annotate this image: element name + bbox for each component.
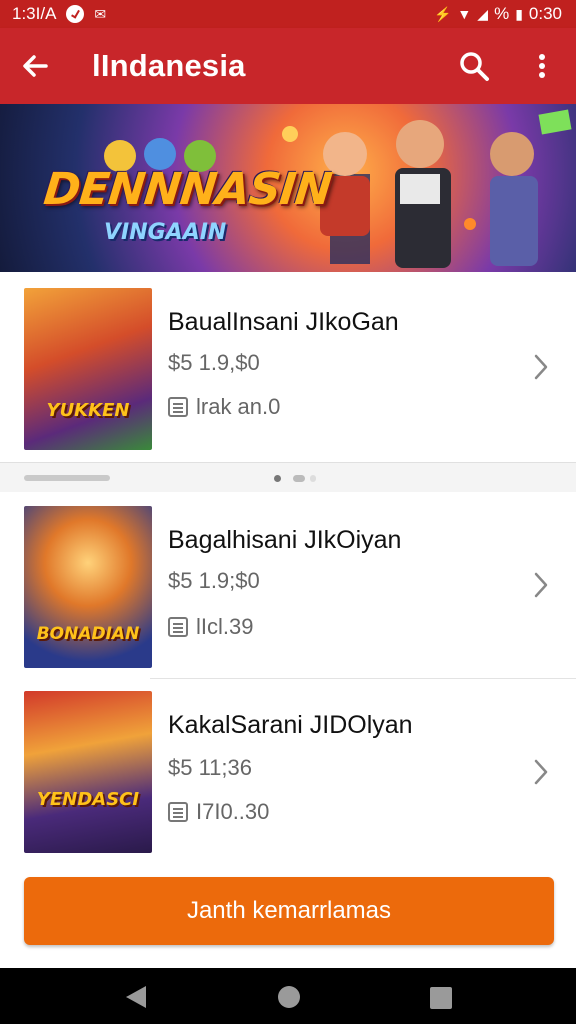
list-icon: [168, 617, 188, 637]
item-meta: I7I0..30: [168, 799, 269, 825]
list-item[interactable]: YUKKEN BaualInsani JIkoGan $5 1.9,$0 lra…: [0, 272, 576, 462]
list-icon: [168, 802, 188, 822]
page-title: lIndanesia: [92, 48, 246, 83]
status-time: 1:3I/A: [12, 4, 57, 23]
page-dot: [293, 475, 305, 482]
primary-action-button[interactable]: Janth kemarrlamas: [24, 877, 554, 945]
system-nav-bar: [0, 968, 576, 1024]
nav-back-icon[interactable]: [126, 986, 146, 1008]
chevron-right-icon: [534, 759, 548, 785]
wifi-icon: ▼: [457, 6, 472, 22]
item-meta: lrak an.0: [168, 394, 280, 420]
item-title: BaualInsani JIkoGan: [168, 308, 399, 336]
item-title: KakalSarani JIDOlyan: [168, 711, 413, 739]
game-thumbnail: YUKKEN: [24, 288, 152, 450]
banner-subtitle: VINGAAIN: [104, 220, 227, 245]
nav-recent-apps-icon[interactable]: [430, 987, 452, 1009]
banner-title: DENNNASIN: [41, 164, 334, 215]
battery-percent: %: [494, 4, 510, 23]
carousel-indicator: [0, 462, 576, 494]
scroll-bar: [24, 475, 110, 481]
game-thumbnail: BONADIAN: [24, 506, 152, 668]
app-bar: lIndanesia: [0, 28, 576, 104]
promo-banner[interactable]: DENNNASIN VINGAAIN: [0, 104, 576, 272]
item-title: Bagalhisani JIkOiyan: [168, 526, 402, 554]
more-options-button[interactable]: [528, 48, 556, 84]
game-thumbnail: YENDASCI: [24, 691, 152, 853]
battery-icon: ▮: [515, 5, 523, 22]
nav-home-icon[interactable]: [278, 986, 300, 1008]
item-price: $5 1.9,$0: [168, 350, 260, 375]
item-price: $5 1.9;$0: [168, 568, 260, 593]
item-meta-text: lIcl.39: [196, 614, 254, 639]
list-item[interactable]: BONADIAN Bagalhisani JIkOiyan $5 1.9;$0 …: [0, 492, 576, 678]
arrow-left-icon: [23, 55, 48, 77]
search-icon: [460, 52, 489, 81]
item-meta-text: lrak an.0: [196, 394, 281, 419]
list-icon: [168, 397, 188, 417]
item-price: $5 11;36: [168, 755, 253, 780]
thumbnail-caption: YENDASCI: [36, 789, 140, 810]
list-item[interactable]: YENDASCI KakalSarani JIDOlyan $5 11;36 I…: [0, 679, 576, 865]
status-clock: 0:30: [528, 4, 562, 23]
back-button[interactable]: [18, 48, 54, 84]
more-vert-icon: [539, 54, 545, 78]
notification-icon: [66, 5, 85, 23]
search-button[interactable]: [456, 48, 492, 84]
signal-icon: ◢: [477, 5, 489, 22]
thumbnail-caption: YUKKEN: [46, 400, 130, 421]
status-bar: 1:3I/A ✉ ⚡ ▼ ◢ % ▮ 0:30: [0, 0, 576, 28]
item-meta-text: I7I0..30: [196, 799, 270, 824]
page-dot-active: [274, 475, 281, 482]
app-notification-icon: ✉: [94, 5, 107, 22]
chevron-right-icon: [534, 354, 548, 380]
thumbnail-caption: BONADIAN: [36, 624, 140, 644]
page-dot: [310, 475, 316, 482]
item-meta: lIcl.39: [168, 614, 253, 640]
chevron-right-icon: [534, 572, 548, 598]
vibrate-icon: ⚡: [433, 5, 452, 22]
